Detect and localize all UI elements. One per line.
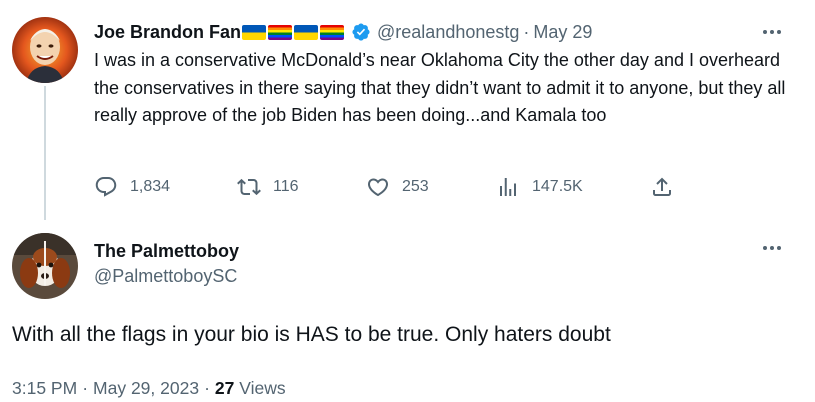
ukraine-flag-icon [294,24,319,40]
tweet-actions: 1,834 116 253 147.5K [94,172,684,202]
views-button[interactable]: 147.5K [496,172,583,202]
parent-tweet: Joe Brandon Fan @realandhonestg · May 29 [94,18,794,130]
tweet-header: Joe Brandon Fan @realandhonestg · May 29 [94,18,794,46]
user-handle[interactable]: @realandhonestg [377,22,519,43]
avatar-joe-brandon-fan[interactable] [12,17,78,83]
views-label: Views [239,378,286,398]
analytics-icon [496,175,520,199]
views-count: 27 [214,378,235,398]
avatar-palmettoboy[interactable] [12,233,78,299]
display-name[interactable]: Joe Brandon Fan [94,22,241,43]
verified-badge-icon[interactable] [351,22,371,42]
reply-icon [94,175,118,199]
more-options-button[interactable] [758,238,786,258]
like-button[interactable]: 253 [366,172,429,202]
separator: · [523,21,530,42]
flag-emojis [242,24,346,40]
heart-icon [366,175,390,199]
share-button[interactable] [650,172,674,202]
like-count: 253 [402,178,429,195]
rainbow-flag-icon [320,24,345,40]
ukraine-flag-icon [242,24,267,40]
reply-count: 1,834 [130,178,171,195]
separator: · [82,378,89,398]
retweet-count: 116 [273,178,299,195]
reply-button[interactable]: 1,834 [94,172,170,202]
tweet-meta: 3:15 PM · May 29, 2023 · 27 Views [12,376,286,400]
views-count: 147.5K [532,178,583,195]
reply-tweet-text: With all the flags in your bio is HAS to… [12,323,611,346]
separator: · [204,378,210,398]
retweet-button[interactable]: 116 [237,172,299,202]
retweet-icon [237,175,261,199]
post-date[interactable]: May 29 [533,22,592,43]
thread-connector-line [44,86,46,220]
reply-tweet-header: The Palmettoboy @PalmettoboySC [94,239,239,289]
post-full-date[interactable]: May 29, 2023 [93,378,199,398]
display-name[interactable]: The Palmettoboy [94,239,239,263]
user-handle[interactable]: @PalmettoboySC [94,263,239,289]
rainbow-flag-icon [268,24,293,40]
tweet-text: I was in a conservative McDonald’s near … [94,50,786,125]
post-time[interactable]: 3:15 PM [12,378,77,398]
share-icon [650,175,674,199]
